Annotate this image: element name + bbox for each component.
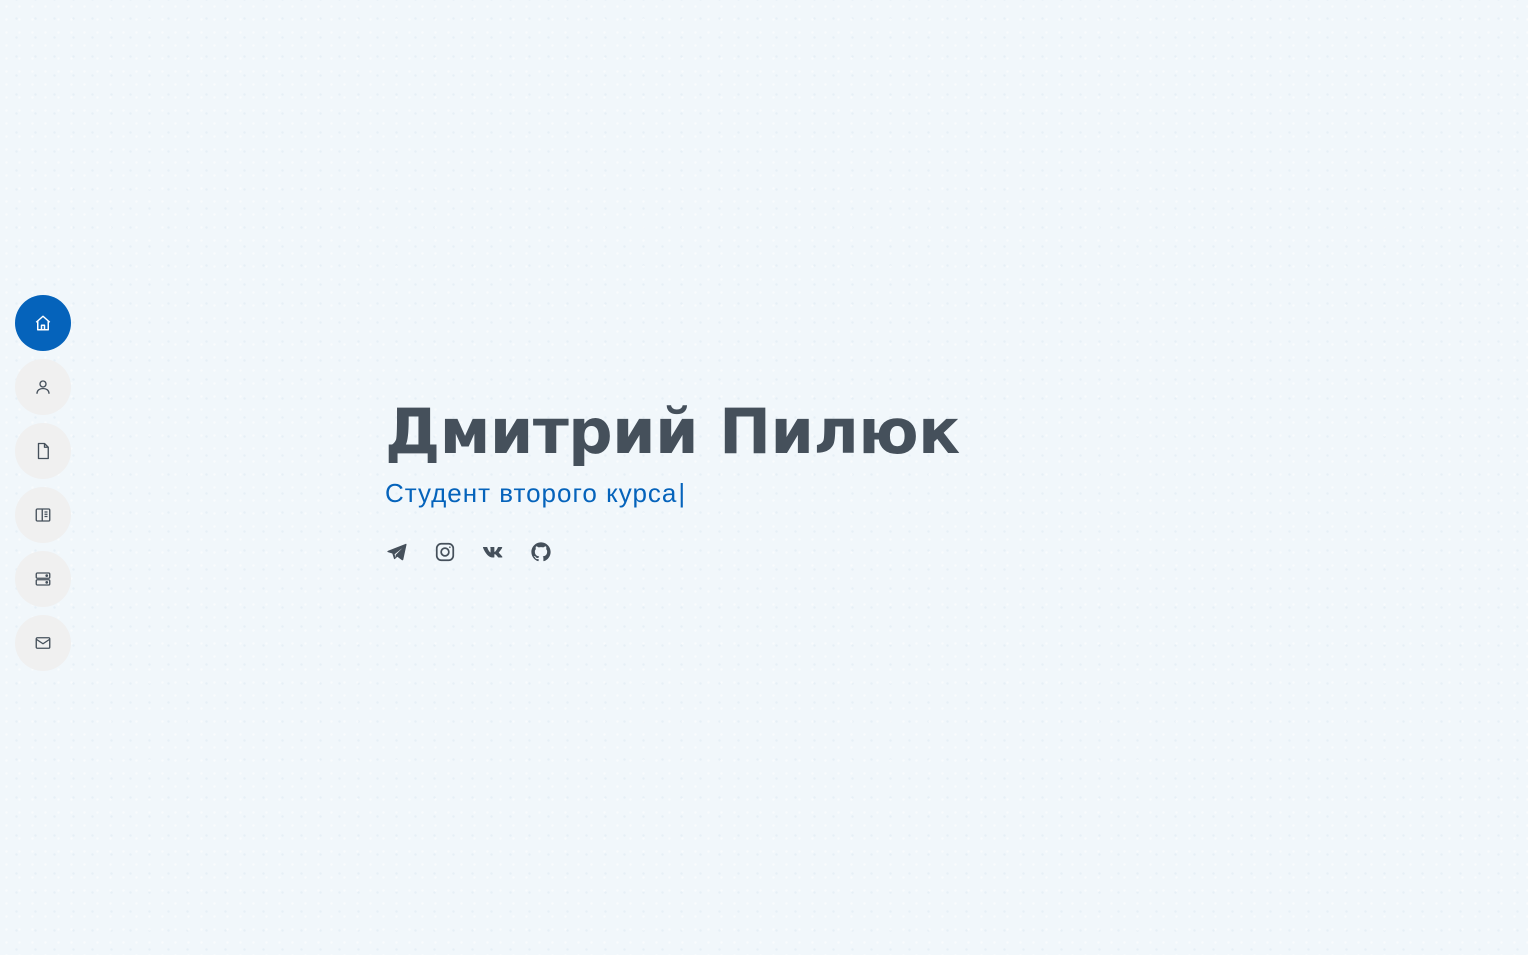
nav-item-home[interactable] bbox=[15, 295, 71, 351]
server-icon bbox=[35, 572, 51, 586]
instagram-link[interactable] bbox=[433, 540, 457, 564]
home-icon bbox=[35, 315, 51, 331]
instagram-icon bbox=[435, 542, 455, 562]
envelope-icon bbox=[35, 637, 51, 649]
hero-section: Дмитрий Пилюк Студент второго курса| bbox=[385, 392, 1185, 564]
nav-item-about[interactable] bbox=[15, 359, 71, 415]
nav-item-resume[interactable] bbox=[15, 423, 71, 479]
nav-item-contact[interactable] bbox=[15, 615, 71, 671]
social-links bbox=[385, 540, 1185, 564]
telegram-icon bbox=[387, 543, 407, 561]
user-icon bbox=[36, 380, 50, 394]
hero-subtitle: Студент второго курса bbox=[385, 478, 678, 508]
telegram-link[interactable] bbox=[385, 540, 409, 564]
book-icon bbox=[35, 508, 51, 522]
github-icon bbox=[531, 542, 551, 562]
vk-link[interactable] bbox=[481, 540, 505, 564]
typed-cursor: | bbox=[678, 478, 687, 508]
file-icon bbox=[37, 442, 49, 460]
vk-icon bbox=[482, 546, 503, 558]
github-link[interactable] bbox=[529, 540, 553, 564]
side-navigation bbox=[15, 295, 71, 671]
hero-name: Дмитрий Пилюк bbox=[385, 395, 960, 468]
nav-item-services[interactable] bbox=[15, 551, 71, 607]
hero-subtitle-line: Студент второго курса| bbox=[385, 478, 1185, 508]
nav-item-portfolio[interactable] bbox=[15, 487, 71, 543]
